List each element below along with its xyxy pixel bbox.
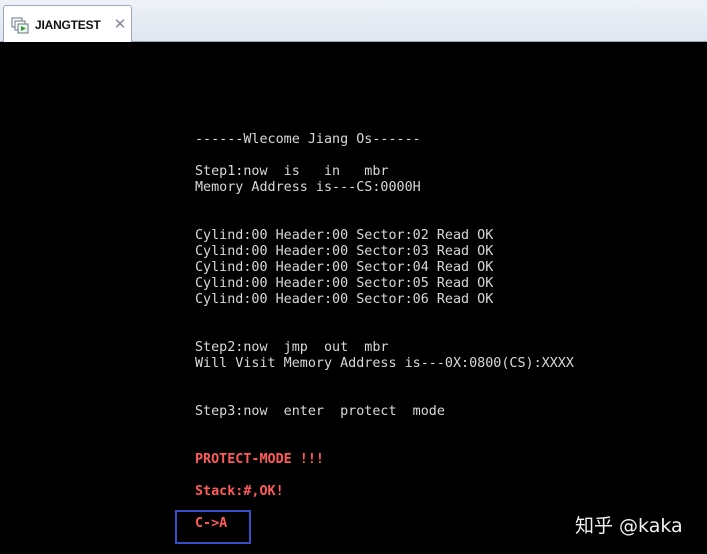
- tab-title: JIANGTEST: [35, 18, 101, 32]
- console-line-read-sector: Cylind:00 Header:00 Sector:05 Read OK: [195, 276, 494, 291]
- console-line-step2: Step2:now jmp out mbr: [195, 340, 389, 355]
- tab-jiangtest[interactable]: JIANGTEST ✕: [3, 5, 132, 42]
- console-line-step3: Step3:now enter protect mode: [195, 404, 445, 419]
- console-line-read-sector: Cylind:00 Header:00 Sector:02 Read OK: [195, 228, 494, 243]
- tab-bar: JIANGTEST ✕: [0, 0, 707, 42]
- welcome-banner: ------Wlecome Jiang Os------: [195, 132, 421, 147]
- close-icon[interactable]: ✕: [112, 15, 128, 33]
- prompt-highlight-box: [175, 510, 251, 544]
- vm-window-icon: [11, 17, 29, 34]
- console-line-visit-address: Will Visit Memory Address is---0X:0800(C…: [195, 356, 574, 371]
- console-line-step1: Step1:now is in mbr: [195, 164, 389, 179]
- console-line-read-sector: Cylind:00 Header:00 Sector:06 Read OK: [195, 292, 494, 307]
- vm-window: JIANGTEST ✕ ------Wlecome Jiang Os------…: [0, 0, 707, 554]
- console-line-memory-address: Memory Address is---CS:0000H: [195, 180, 421, 195]
- stack-status-message: Stack:#,OK!: [195, 484, 284, 499]
- console-line-read-sector: Cylind:00 Header:00 Sector:03 Read OK: [195, 244, 494, 259]
- console-line-read-sector: Cylind:00 Header:00 Sector:04 Read OK: [195, 260, 494, 275]
- protect-mode-message: PROTECT-MODE !!!: [195, 452, 324, 467]
- watermark: 知乎 @kaka: [575, 515, 683, 537]
